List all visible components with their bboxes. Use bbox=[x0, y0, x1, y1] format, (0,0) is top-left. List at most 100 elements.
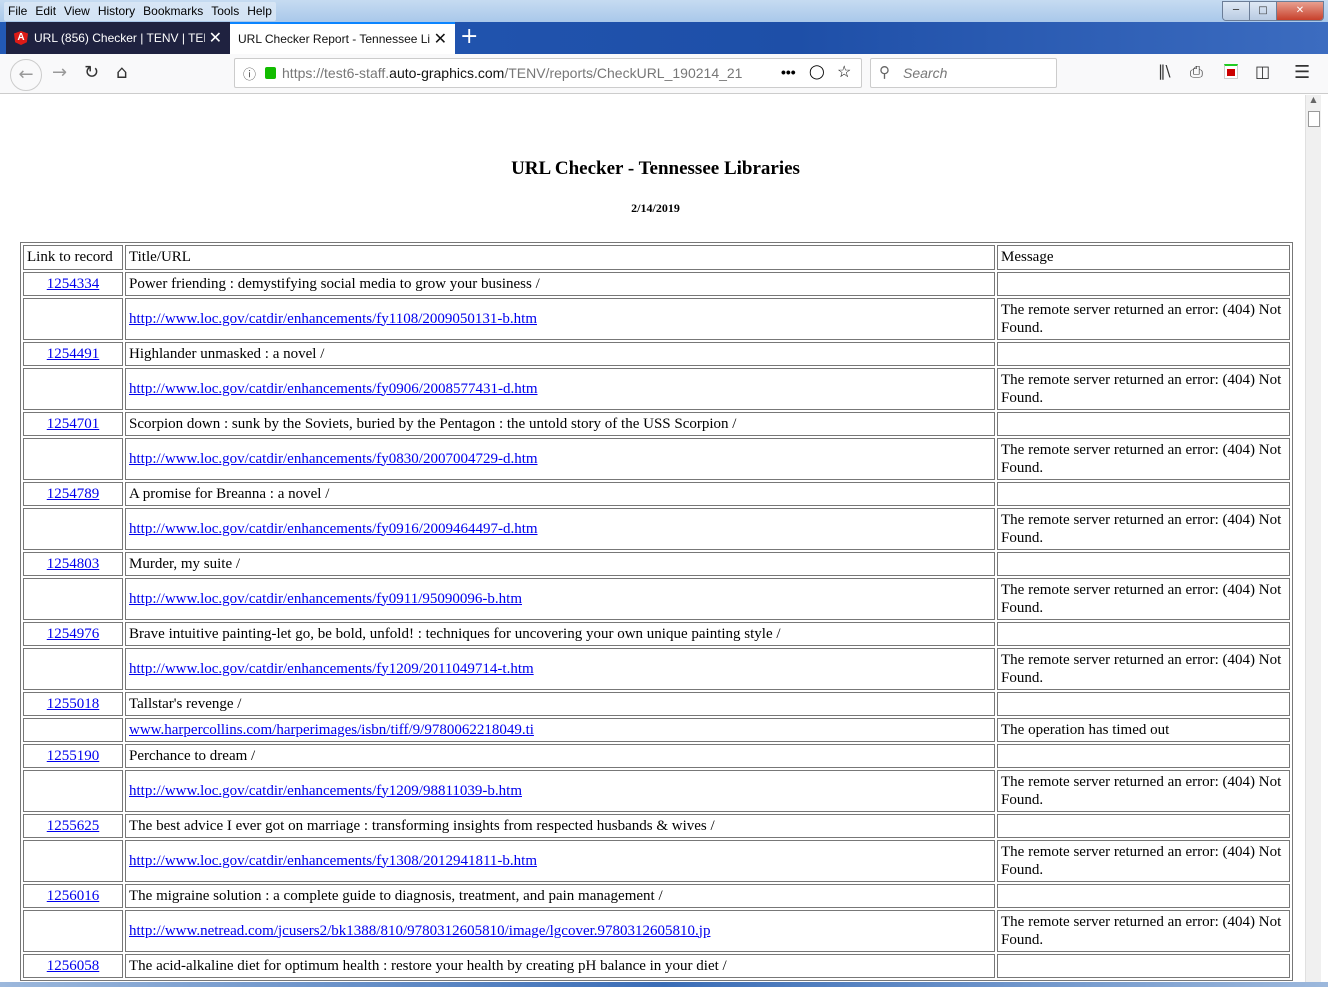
forward-button[interactable]: → bbox=[52, 62, 67, 83]
new-tab-button[interactable]: + bbox=[460, 24, 478, 49]
table-row-url: http://www.loc.gov/catdir/enhancements/f… bbox=[23, 840, 1290, 882]
search-input[interactable]: ⚲ Search bbox=[870, 58, 1057, 88]
table-row-url: http://www.netread.com/jcusers2/bk1388/8… bbox=[23, 910, 1290, 952]
lock-icon bbox=[265, 67, 276, 79]
record-link[interactable]: 1254334 bbox=[47, 276, 100, 292]
url-cell: http://www.loc.gov/catdir/enhancements/f… bbox=[125, 648, 995, 690]
address-bar[interactable]: ⓘ https://test6-staff.auto-graphics.com/… bbox=[234, 58, 862, 88]
table-row-url: http://www.loc.gov/catdir/enhancements/f… bbox=[23, 438, 1290, 480]
table-row-record: 1255190 Perchance to dream / bbox=[23, 744, 1290, 768]
record-link[interactable]: 1255190 bbox=[47, 748, 100, 764]
empty-cell bbox=[23, 648, 123, 690]
pocket-icon[interactable]: ◯ bbox=[809, 63, 825, 80]
record-link[interactable]: 1254701 bbox=[47, 416, 100, 432]
checked-url-link[interactable]: http://www.loc.gov/catdir/enhancements/f… bbox=[129, 853, 537, 869]
close-window-button[interactable]: ✕ bbox=[1277, 2, 1323, 20]
checked-url-link[interactable]: http://www.loc.gov/catdir/enhancements/f… bbox=[129, 451, 538, 467]
menu-help[interactable]: Help bbox=[243, 2, 276, 21]
empty-message-cell bbox=[997, 692, 1290, 716]
record-link[interactable]: 1254789 bbox=[47, 486, 100, 502]
menu-bookmarks[interactable]: Bookmarks bbox=[139, 2, 207, 21]
checked-url-link[interactable]: www.harpercollins.com/harperimages/isbn/… bbox=[129, 722, 534, 738]
checked-url-link[interactable]: http://www.loc.gov/catdir/enhancements/f… bbox=[129, 783, 522, 799]
close-tab-icon[interactable]: ✕ bbox=[434, 29, 447, 49]
bookmark-star-icon[interactable]: ☆ bbox=[837, 62, 851, 82]
back-button[interactable]: ← bbox=[10, 59, 42, 91]
empty-message-cell bbox=[997, 884, 1290, 908]
taskbar bbox=[0, 982, 1328, 987]
checked-url-link[interactable]: http://www.loc.gov/catdir/enhancements/f… bbox=[129, 521, 538, 537]
vertical-scrollbar[interactable]: ▲ bbox=[1305, 95, 1321, 982]
maximize-button[interactable]: □ bbox=[1250, 2, 1277, 20]
record-link[interactable]: 1254491 bbox=[47, 346, 100, 362]
menu-tools[interactable]: Tools bbox=[207, 2, 243, 21]
record-cell: 1254789 bbox=[23, 482, 123, 506]
tab-label: URL Checker Report - Tennessee Libraries bbox=[238, 32, 430, 46]
record-cell: 1255018 bbox=[23, 692, 123, 716]
table-row-url: http://www.loc.gov/catdir/enhancements/f… bbox=[23, 770, 1290, 812]
scrollbar-thumb[interactable] bbox=[1308, 111, 1320, 127]
record-link[interactable]: 1254976 bbox=[47, 626, 100, 642]
url-cell: http://www.loc.gov/catdir/enhancements/f… bbox=[125, 770, 995, 812]
record-link[interactable]: 1254803 bbox=[47, 556, 100, 572]
record-link[interactable]: 1255625 bbox=[47, 818, 100, 834]
table-row-record: 1256016 The migraine solution : a complet… bbox=[23, 884, 1290, 908]
empty-message-cell bbox=[997, 814, 1290, 838]
table-row-record: 1254803 Murder, my suite / bbox=[23, 552, 1290, 576]
tab-label: URL (856) Checker | TENV | TENV bbox=[34, 31, 205, 45]
empty-cell bbox=[23, 438, 123, 480]
checked-url-link[interactable]: http://www.loc.gov/catdir/enhancements/f… bbox=[129, 591, 522, 607]
page-actions-icon[interactable]: ••• bbox=[781, 64, 796, 80]
mcafee-icon[interactable] bbox=[1224, 64, 1238, 79]
menu-hamburger-icon[interactable]: ☰ bbox=[1294, 62, 1310, 83]
record-link[interactable]: 1255018 bbox=[47, 696, 100, 712]
empty-message-cell bbox=[997, 412, 1290, 436]
checked-url-link[interactable]: http://www.loc.gov/catdir/enhancements/f… bbox=[129, 381, 538, 397]
sidebar-icon[interactable]: ◫ bbox=[1255, 62, 1270, 81]
table-row-record: 1254491 Highlander unmasked : a novel / bbox=[23, 342, 1290, 366]
report-date: 2/14/2019 bbox=[631, 201, 680, 215]
record-cell: 1256016 bbox=[23, 884, 123, 908]
tab-url-checker[interactable]: A URL (856) Checker | TENV | TENV ✕ bbox=[6, 22, 230, 54]
empty-cell bbox=[23, 368, 123, 410]
header-link-to-record: Link to record bbox=[23, 245, 123, 270]
scroll-up-arrow[interactable]: ▲ bbox=[1306, 95, 1321, 104]
title-cell: Murder, my suite / bbox=[125, 552, 995, 576]
header-message: Message bbox=[997, 245, 1290, 270]
home-button[interactable]: ⌂ bbox=[116, 62, 127, 83]
close-tab-icon[interactable]: ✕ bbox=[209, 28, 222, 48]
table-row-url: http://www.loc.gov/catdir/enhancements/f… bbox=[23, 508, 1290, 550]
message-cell: The remote server returned an error: (40… bbox=[997, 840, 1290, 882]
search-icon: ⚲ bbox=[879, 64, 890, 81]
window-title-bar: File Edit View History Bookmarks Tools H… bbox=[0, 0, 1328, 22]
title-cell: Brave intuitive painting-let go, be bold… bbox=[125, 622, 995, 646]
record-link[interactable]: 1256016 bbox=[47, 888, 100, 904]
checked-url-link[interactable]: http://www.loc.gov/catdir/enhancements/f… bbox=[129, 311, 537, 327]
record-cell: 1254976 bbox=[23, 622, 123, 646]
navigation-toolbar: ← → ↻ ⌂ ⓘ https://test6-staff.auto-graph… bbox=[0, 54, 1328, 94]
menu-history[interactable]: History bbox=[94, 2, 139, 21]
message-cell: The remote server returned an error: (40… bbox=[997, 508, 1290, 550]
record-link[interactable]: 1256058 bbox=[47, 958, 100, 974]
checked-url-link[interactable]: http://www.loc.gov/catdir/enhancements/f… bbox=[129, 661, 534, 677]
menu-view[interactable]: View bbox=[60, 2, 94, 21]
record-cell: 1256058 bbox=[23, 954, 123, 978]
menu-bar: File Edit View History Bookmarks Tools H… bbox=[4, 2, 276, 21]
print-icon[interactable]: ⎙ bbox=[1190, 62, 1203, 82]
tab-url-checker-report[interactable]: URL Checker Report - Tennessee Libraries… bbox=[230, 22, 455, 54]
table-row-url: http://www.loc.gov/catdir/enhancements/f… bbox=[23, 648, 1290, 690]
menu-file[interactable]: File bbox=[4, 2, 31, 21]
record-cell: 1255625 bbox=[23, 814, 123, 838]
title-cell: Perchance to dream / bbox=[125, 744, 995, 768]
menu-edit[interactable]: Edit bbox=[31, 2, 60, 21]
minimize-button[interactable]: ─ bbox=[1223, 2, 1250, 20]
url-cell: http://www.loc.gov/catdir/enhancements/f… bbox=[125, 438, 995, 480]
reload-button[interactable]: ↻ bbox=[84, 62, 99, 83]
title-cell: A promise for Breanna : a novel / bbox=[125, 482, 995, 506]
checked-url-link[interactable]: http://www.netread.com/jcusers2/bk1388/8… bbox=[129, 923, 710, 939]
record-cell: 1254491 bbox=[23, 342, 123, 366]
info-icon[interactable]: ⓘ bbox=[243, 64, 256, 83]
library-icon[interactable]: ‖\ bbox=[1158, 62, 1171, 80]
title-cell: The acid-alkaline diet for optimum healt… bbox=[125, 954, 995, 978]
url-cell: http://www.loc.gov/catdir/enhancements/f… bbox=[125, 368, 995, 410]
